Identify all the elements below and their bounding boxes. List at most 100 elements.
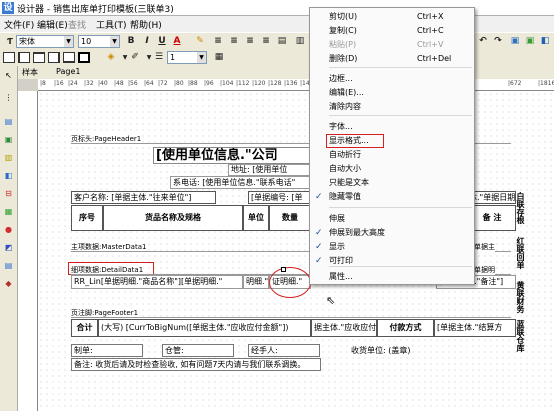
- line-color-icon[interactable]: ✐: [128, 51, 142, 64]
- underline-button[interactable]: U: [155, 35, 169, 48]
- redo-icon[interactable]: ↷: [491, 35, 505, 48]
- resize-handle-icon[interactable]: [281, 267, 286, 272]
- column-header-qty[interactable]: 数量: [269, 205, 311, 231]
- company-title-field[interactable]: [使用单位信息."公司: [153, 147, 313, 164]
- border-right-icon[interactable]: [48, 52, 60, 63]
- menu-tools[interactable]: 工具(T): [96, 18, 127, 31]
- context-menu-item[interactable]: 清除内容: [310, 100, 474, 114]
- column-header-name[interactable]: 货品名称及规格: [103, 205, 243, 231]
- context-menu-item[interactable]: 删除(D) Ctrl+Del: [310, 52, 474, 66]
- menu-find[interactable]: 查找: [68, 18, 86, 31]
- context-menu-item[interactable]: 自动折行: [310, 148, 474, 162]
- receiver-field[interactable]: 收货单位: (盖章): [348, 344, 468, 357]
- line-style-icon[interactable]: ☰: [152, 51, 166, 64]
- total-label[interactable]: 合计: [71, 319, 98, 337]
- align-top-icon[interactable]: ▤: [275, 35, 289, 48]
- border-all-icon[interactable]: [3, 52, 15, 63]
- maker-field[interactable]: 制单:: [71, 344, 143, 357]
- app-icon: 设: [2, 2, 14, 14]
- ruler-mark: |16: [54, 80, 64, 87]
- payment-method-field[interactable]: [单据主体."结算方: [434, 319, 516, 337]
- font-name-select[interactable]: 宋体 ▼: [16, 35, 74, 48]
- subreport-icon[interactable]: ◧: [3, 170, 14, 181]
- shape-icon[interactable]: ●: [3, 224, 14, 235]
- ruler-mark: |40: [98, 80, 108, 87]
- context-menu-item[interactable]: ✓ 显示: [310, 240, 474, 254]
- tab-page1[interactable]: Page1: [56, 67, 80, 76]
- fill-color-icon[interactable]: ◈: [104, 51, 118, 64]
- context-menu-item[interactable]: ✓ 伸展到最大高度: [310, 226, 474, 240]
- context-menu-item[interactable]: ✓ 隐藏零值: [310, 190, 474, 204]
- report-canvas[interactable]: 页标头:PageHeader1 [使用单位信息."公司 地址: [使用单位 系电…: [38, 91, 554, 411]
- context-menu-item-label: 粘贴(P): [329, 40, 357, 49]
- menu-help[interactable]: 帮助(H): [130, 18, 162, 31]
- group-icon[interactable]: ▣: [508, 35, 522, 48]
- pointer-icon[interactable]: ↖: [3, 70, 14, 81]
- chevron-down-icon: ▼: [197, 52, 206, 63]
- payment-method-label[interactable]: 付款方式: [377, 319, 434, 337]
- ungroup-icon[interactable]: ▣: [523, 35, 537, 48]
- border-left-icon[interactable]: [18, 52, 30, 63]
- context-menu-item[interactable]: 属性...: [310, 270, 474, 284]
- address-field[interactable]: 地址: [使用单位: [228, 164, 311, 176]
- menu-edit[interactable]: 编辑(E): [37, 18, 68, 31]
- handler-field[interactable]: 经手人:: [248, 344, 320, 357]
- doc-number-field[interactable]: [单据编号: [单: [248, 191, 311, 204]
- font-color-button[interactable]: A: [170, 35, 184, 48]
- column-header-unit[interactable]: 单位: [243, 205, 269, 231]
- border-outline-icon[interactable]: [78, 52, 90, 63]
- text-object-icon[interactable]: ▤: [3, 116, 14, 127]
- context-menu-item[interactable]: 边框...: [310, 72, 474, 86]
- align-middle-icon[interactable]: ▥: [293, 35, 307, 48]
- menu-file[interactable]: 文件(F): [4, 18, 34, 31]
- chart-icon[interactable]: ◩: [3, 242, 14, 253]
- checkmark-icon: ✓: [315, 256, 323, 266]
- customer-field[interactable]: 客户名称: [单据主体."往来单位"]: [71, 191, 216, 204]
- context-menu-item[interactable]: ✓ 可打印: [310, 254, 474, 268]
- total-in-words-field[interactable]: (大写) [CurrToBigNum([单据主体."应收应付金额"]): [98, 319, 311, 337]
- total-amount-field[interactable]: 据主体."应收应付: [311, 319, 377, 337]
- context-menu-item[interactable]: 自动大小: [310, 162, 474, 176]
- context-menu-item[interactable]: 字体...: [310, 120, 474, 134]
- barcode-icon[interactable]: ▦: [3, 206, 14, 217]
- align-center-icon[interactable]: ≡: [227, 35, 241, 48]
- context-menu-item[interactable]: 粘贴(P) Ctrl+V: [310, 38, 474, 52]
- shadow-icon[interactable]: ▦: [212, 51, 226, 64]
- ole-object-icon[interactable]: ◆: [3, 278, 14, 289]
- detail-name-field[interactable]: RR_Lin[单据明细."商品名称"][单据明细.": [71, 275, 243, 289]
- column-header-remark[interactable]: 备 注: [468, 205, 516, 231]
- warehouse-field[interactable]: 仓管:: [162, 344, 234, 357]
- border-bottom-icon[interactable]: [63, 52, 75, 63]
- border-top-icon[interactable]: [33, 52, 45, 63]
- arrange-icon[interactable]: ◧: [538, 35, 552, 48]
- bold-button[interactable]: B: [124, 35, 138, 48]
- note-field[interactable]: 备注: 收货后请及时检查验收, 如有问题7天内请与我们联系调换。: [71, 358, 321, 371]
- context-menu-item[interactable]: 伸展: [310, 212, 474, 226]
- page-footer-band: [71, 317, 511, 318]
- band-icon[interactable]: ⋮: [3, 92, 14, 103]
- align-right-icon[interactable]: ≡: [243, 35, 257, 48]
- line-width-select[interactable]: 1 ▼: [167, 51, 207, 64]
- italic-button[interactable]: I: [140, 35, 154, 48]
- align-justify-icon[interactable]: ≡: [259, 35, 273, 48]
- line-object-icon[interactable]: ⊟: [3, 188, 14, 199]
- rich-text-icon[interactable]: ▤: [3, 260, 14, 271]
- align-left-icon[interactable]: ≡: [211, 35, 225, 48]
- ruler-mark: |672: [508, 80, 522, 87]
- highlight-pen-icon[interactable]: ✎: [193, 35, 207, 48]
- phone-field[interactable]: 系电话: [使用单位信息."联系电话": [170, 176, 311, 189]
- font-size-select[interactable]: 10 ▼: [78, 35, 120, 48]
- context-menu-item[interactable]: 只能是文本: [310, 176, 474, 190]
- memo-icon[interactable]: ▥: [3, 152, 14, 163]
- tab-design[interactable]: 样本: [22, 67, 38, 78]
- context-menu-item[interactable]: 编辑(E)...: [310, 86, 474, 100]
- context-menu-item[interactable]: 复制(C) Ctrl+C: [310, 24, 474, 38]
- context-menu-item[interactable]: 剪切(U) Ctrl+X: [310, 10, 474, 24]
- picture-object-icon[interactable]: ▣: [3, 134, 14, 145]
- ruler-mark: |112: [236, 80, 250, 87]
- detail-unit-field[interactable]: 明细.": [243, 275, 269, 289]
- context-menu-item-shortcut: Ctrl+Del: [417, 54, 452, 63]
- column-header-seq[interactable]: 序号: [71, 205, 103, 231]
- vertical-ruler: [18, 91, 38, 411]
- undo-icon[interactable]: ↶: [476, 35, 490, 48]
